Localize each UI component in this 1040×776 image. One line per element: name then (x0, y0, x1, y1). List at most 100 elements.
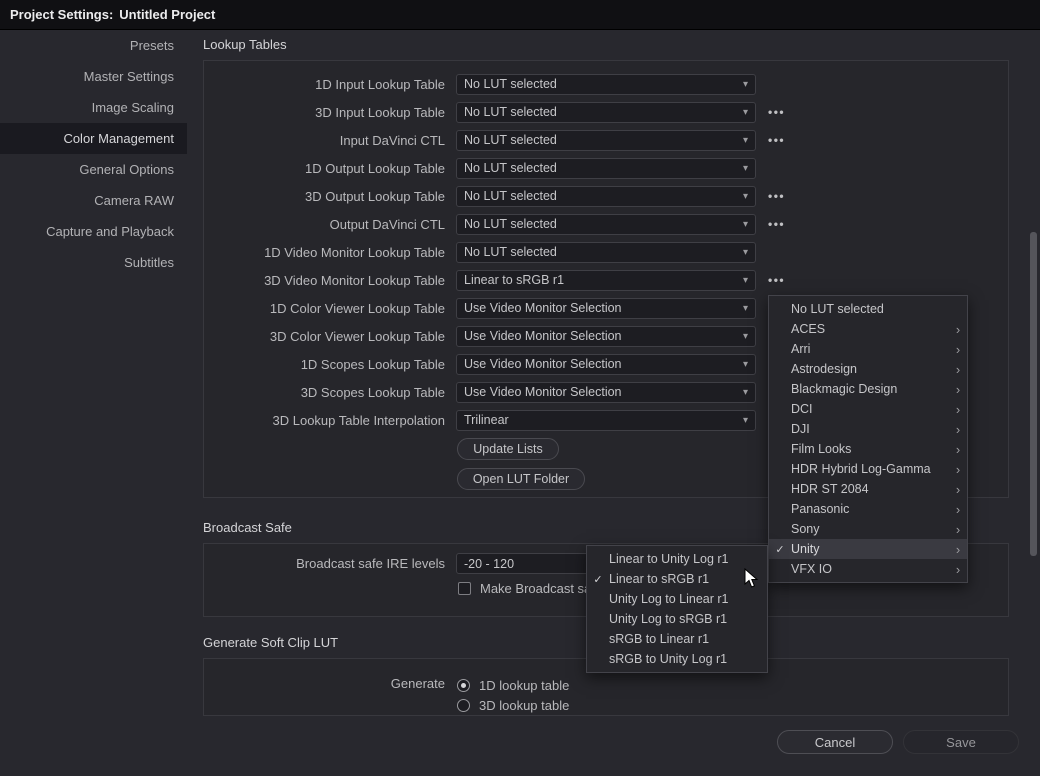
dropdown-3d-color-viewer-lut[interactable]: Use Video Monitor Selection ▾ (456, 326, 756, 347)
chevron-down-icon: ▾ (743, 331, 748, 342)
row-3d-output-lut: 3D Output Lookup Table No LUT selected ▾… (204, 182, 1008, 210)
cancel-button[interactable]: Cancel (777, 730, 893, 754)
sidebar-item-capture-playback[interactable]: Capture and Playback (0, 216, 187, 247)
title-bar: Project Settings: Untitled Project (0, 0, 1040, 30)
menu-item-arri[interactable]: Arri › (769, 339, 967, 359)
menu-item-astrodesign[interactable]: Astrodesign › (769, 359, 967, 379)
menu-item-blackmagic-design[interactable]: Blackmagic Design › (769, 379, 967, 399)
sidebar-item-label: Master Settings (84, 69, 174, 84)
menu-item-label: Linear to Unity Log r1 (609, 552, 767, 566)
submenu-item-unity-log-to-srgb[interactable]: Unity Log to sRGB r1 (587, 609, 767, 629)
row-1d-input-lut: 1D Input Lookup Table No LUT selected ▾ (204, 70, 1008, 98)
submenu-item-srgb-to-unity-log[interactable]: sRGB to Unity Log r1 (587, 649, 767, 669)
field-label: 3D Scopes Lookup Table (204, 385, 445, 400)
checkbox-label: Make Broadcast safe (480, 581, 602, 596)
submenu-arrow-icon: › (949, 522, 967, 537)
dropdown-value: Use Video Monitor Selection (464, 357, 737, 371)
make-broadcast-safe-checkbox[interactable] (458, 582, 471, 595)
more-options-button[interactable]: ••• (768, 133, 785, 147)
field-label: 3D Output Lookup Table (204, 189, 445, 204)
dropdown-3d-lut-interpolation[interactable]: Trilinear ▾ (456, 410, 756, 431)
vertical-scrollbar-thumb[interactable] (1030, 232, 1037, 556)
option-1d-lookup-table[interactable]: 1D lookup table (457, 675, 569, 695)
menu-item-label: Unity (791, 542, 949, 556)
dropdown-3d-video-monitor-lut[interactable]: Linear to sRGB r1 ▾ (456, 270, 756, 291)
sidebar-item-presets[interactable]: Presets (0, 30, 187, 61)
dropdown-value: No LUT selected (464, 77, 737, 91)
menu-item-unity[interactable]: ✓ Unity › (769, 539, 967, 559)
dropdown-value: No LUT selected (464, 189, 737, 203)
submenu-item-unity-log-to-linear[interactable]: Unity Log to Linear r1 (587, 589, 767, 609)
menu-item-hdr-hybrid-log-gamma[interactable]: HDR Hybrid Log-Gamma › (769, 459, 967, 479)
open-lut-folder-button[interactable]: Open LUT Folder (457, 468, 585, 490)
menu-item-hdr-st-2084[interactable]: HDR ST 2084 › (769, 479, 967, 499)
radio-1d-selected[interactable] (457, 679, 470, 692)
dropdown-output-davinci-ctl[interactable]: No LUT selected ▾ (456, 214, 756, 235)
sidebar-item-label: Camera RAW (94, 193, 174, 208)
submenu-arrow-icon: › (949, 362, 967, 377)
field-label: 3D Input Lookup Table (204, 105, 445, 120)
sidebar-item-camera-raw[interactable]: Camera RAW (0, 185, 187, 216)
field-label: Broadcast safe IRE levels (204, 556, 445, 571)
check-icon: ✓ (587, 573, 609, 586)
menu-item-label: ACES (791, 322, 949, 336)
submenu-arrow-icon: › (949, 482, 967, 497)
generate-soft-clip-heading: Generate Soft Clip LUT (203, 635, 338, 650)
dropdown-1d-input-lut[interactable]: No LUT selected ▾ (456, 74, 756, 95)
more-options-button[interactable]: ••• (768, 273, 785, 287)
dropdown-3d-input-lut[interactable]: No LUT selected ▾ (456, 102, 756, 123)
dropdown-3d-output-lut[interactable]: No LUT selected ▾ (456, 186, 756, 207)
dropdown-input-davinci-ctl[interactable]: No LUT selected ▾ (456, 130, 756, 151)
field-label: Generate (204, 675, 445, 691)
menu-item-label: HDR ST 2084 (791, 482, 949, 496)
dropdown-1d-scopes-lut[interactable]: Use Video Monitor Selection ▾ (456, 354, 756, 375)
option-3d-lookup-table[interactable]: 3D lookup table (457, 695, 569, 715)
dropdown-3d-scopes-lut[interactable]: Use Video Monitor Selection ▾ (456, 382, 756, 403)
submenu-item-linear-to-unity-log[interactable]: Linear to Unity Log r1 (587, 549, 767, 569)
dropdown-1d-video-monitor-lut[interactable]: No LUT selected ▾ (456, 242, 756, 263)
submenu-item-linear-to-srgb[interactable]: ✓ Linear to sRGB r1 (587, 569, 767, 589)
dropdown-1d-color-viewer-lut[interactable]: Use Video Monitor Selection ▾ (456, 298, 756, 319)
menu-item-label: HDR Hybrid Log-Gamma (791, 462, 949, 476)
chevron-down-icon: ▾ (743, 359, 748, 370)
sidebar-item-color-management[interactable]: Color Management (0, 123, 187, 154)
menu-item-dji[interactable]: DJI › (769, 419, 967, 439)
chevron-down-icon: ▾ (743, 247, 748, 258)
menu-item-label: No LUT selected (791, 302, 949, 316)
menu-item-sony[interactable]: Sony › (769, 519, 967, 539)
sidebar-item-label: Color Management (63, 131, 174, 146)
menu-item-label: Panasonic (791, 502, 949, 516)
more-options-button[interactable]: ••• (768, 189, 785, 203)
dropdown-value: Trilinear (464, 413, 737, 427)
menu-item-film-looks[interactable]: Film Looks › (769, 439, 967, 459)
dropdown-value: No LUT selected (464, 245, 737, 259)
menu-item-panasonic[interactable]: Panasonic › (769, 499, 967, 519)
row-output-davinci-ctl: Output DaVinci CTL No LUT selected ▾ ••• (204, 210, 1008, 238)
sidebar-item-general-options[interactable]: General Options (0, 154, 187, 185)
dropdown-value: Linear to sRGB r1 (464, 273, 737, 287)
dropdown-1d-output-lut[interactable]: No LUT selected ▾ (456, 158, 756, 179)
submenu-arrow-icon: › (949, 462, 967, 477)
submenu-arrow-icon: › (949, 382, 967, 397)
menu-item-label: Sony (791, 522, 949, 536)
submenu-item-srgb-to-linear[interactable]: sRGB to Linear r1 (587, 629, 767, 649)
lut-category-menu: No LUT selected ACES › Arri › Astrodesig… (768, 295, 968, 583)
dropdown-value: Use Video Monitor Selection (464, 329, 737, 343)
menu-item-aces[interactable]: ACES › (769, 319, 967, 339)
menu-item-label: Film Looks (791, 442, 949, 456)
more-options-button[interactable]: ••• (768, 105, 785, 119)
sidebar-item-image-scaling[interactable]: Image Scaling (0, 92, 187, 123)
update-lists-button[interactable]: Update Lists (457, 438, 559, 460)
sidebar-item-subtitles[interactable]: Subtitles (0, 247, 187, 278)
radio-3d-unselected[interactable] (457, 699, 470, 712)
menu-item-no-lut-selected[interactable]: No LUT selected (769, 299, 967, 319)
save-button[interactable]: Save (903, 730, 1019, 754)
sidebar-item-master-settings[interactable]: Master Settings (0, 61, 187, 92)
unity-lut-submenu: Linear to Unity Log r1 ✓ Linear to sRGB … (586, 545, 768, 673)
menu-item-label: Blackmagic Design (791, 382, 949, 396)
menu-item-dci[interactable]: DCI › (769, 399, 967, 419)
more-options-button[interactable]: ••• (768, 217, 785, 231)
menu-item-vfx-io[interactable]: VFX IO › (769, 559, 967, 579)
field-label: 1D Video Monitor Lookup Table (204, 245, 445, 260)
field-label: 3D Lookup Table Interpolation (204, 413, 445, 428)
